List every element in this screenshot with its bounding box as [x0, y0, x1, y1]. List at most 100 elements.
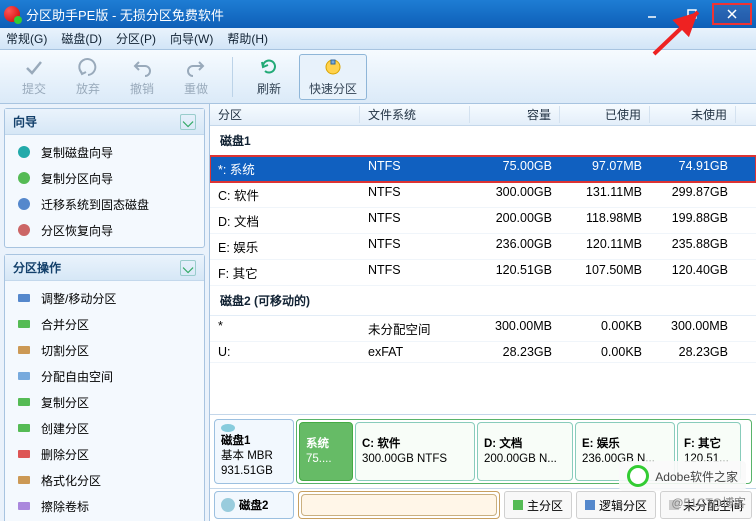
wizard-icon: [15, 195, 33, 213]
redo-button[interactable]: 重做: [172, 54, 220, 100]
undo-button[interactable]: 撤销: [118, 54, 166, 100]
sidebar-item[interactable]: 创建分区: [5, 415, 204, 441]
sidebar-item[interactable]: 迁移系统到固态磁盘: [5, 191, 204, 217]
sidebar-item[interactable]: 复制分区向导: [5, 165, 204, 191]
table-row[interactable]: U: exFAT 28.23GB 0.00KB 28.23GB: [210, 342, 756, 363]
quick-partition-icon: [322, 56, 344, 78]
sidebar: 向导 ⌵ 复制磁盘向导 复制分区向导 迁移系统到固态磁盘 分区恢复向导 分区操作…: [0, 104, 210, 521]
col-partition[interactable]: 分区: [210, 106, 360, 123]
main-area: 分区 文件系统 容量 已使用 未使用 磁盘1 *: 系统 NTFS 75.00G…: [210, 104, 756, 521]
menu-wizard[interactable]: 向导(W): [170, 30, 213, 47]
seg-c[interactable]: C: 软件300.00GB NTFS: [355, 422, 475, 481]
sidebar-item-label: 迁移系统到固态磁盘: [41, 196, 149, 213]
collapse-icon: ⌵: [180, 260, 196, 276]
col-fs[interactable]: 文件系统: [360, 106, 470, 123]
quick-partition-button[interactable]: 快速分区: [299, 54, 367, 100]
table-row[interactable]: C: 软件 NTFS 300.00GB 131.11MB 299.87GB: [210, 182, 756, 208]
discard-button[interactable]: 放弃: [64, 54, 112, 100]
legend-logical: 逻辑分区: [576, 491, 656, 519]
op-icon: [15, 367, 33, 385]
table-row[interactable]: *: 系统 NTFS 75.00GB 97.07MB 74.91GB: [210, 156, 756, 182]
sidebar-item[interactable]: 擦除卷标: [5, 493, 204, 519]
wizard-icon: [15, 143, 33, 161]
sidebar-item[interactable]: 分区恢复向导: [5, 217, 204, 243]
op-icon: [15, 393, 33, 411]
sidebar-item[interactable]: 切割分区: [5, 337, 204, 363]
sidebar-item-label: 擦除卷标: [41, 498, 89, 515]
wizard-icon: [15, 221, 33, 239]
discard-icon: [77, 56, 99, 78]
sidebar-item[interactable]: 删除分区: [5, 441, 204, 467]
disk1-info[interactable]: 磁盘1 基本 MBR 931.51GB: [214, 419, 294, 484]
op-icon: [15, 497, 33, 515]
op-icon: [15, 341, 33, 359]
watermark: Adobe软件之家: [619, 461, 746, 491]
col-free[interactable]: 未使用: [650, 106, 736, 123]
col-used[interactable]: 已使用: [560, 106, 650, 123]
op-icon: [15, 419, 33, 437]
watermark-sub: @51CTO博客: [671, 494, 746, 511]
seg-system[interactable]: 系统75....: [299, 422, 353, 481]
wizard-icon: [15, 169, 33, 187]
sidebar-item[interactable]: 分配自由空间: [5, 363, 204, 389]
sidebar-item[interactable]: 合并分区: [5, 311, 204, 337]
collapse-icon: ⌵: [180, 114, 196, 130]
menubar: 常规(G) 磁盘(D) 分区(P) 向导(W) 帮助(H): [0, 28, 756, 50]
sidebar-item-label: 复制分区向导: [41, 170, 113, 187]
table-row[interactable]: D: 文档 NTFS 200.00GB 118.98MB 199.88GB: [210, 208, 756, 234]
disk1-group[interactable]: 磁盘1: [210, 126, 756, 156]
ops-panel: 分区操作 ⌵ 调整/移动分区 合并分区 切割分区 分配自由空间 复制分区 创建分…: [4, 254, 205, 521]
sidebar-item[interactable]: 格式化分区: [5, 467, 204, 493]
app-icon: [4, 6, 20, 22]
sidebar-item-label: 调整/移动分区: [41, 290, 116, 307]
menu-partition[interactable]: 分区(P): [116, 30, 156, 47]
commit-button[interactable]: 提交: [10, 54, 58, 100]
disk2-group[interactable]: 磁盘2 (可移动的): [210, 286, 756, 316]
disk2-info[interactable]: 磁盘2: [214, 491, 294, 519]
wechat-icon: [627, 465, 649, 487]
toolbar: 提交 放弃 撤销 重做 刷新 快速分区: [0, 50, 756, 104]
op-icon: [15, 471, 33, 489]
check-icon: [23, 56, 45, 78]
disk-icon: [221, 424, 235, 432]
op-icon: [15, 445, 33, 463]
toolbar-separator: [232, 57, 233, 97]
col-capacity[interactable]: 容量: [470, 106, 560, 123]
table-row[interactable]: E: 娱乐 NTFS 236.00GB 120.11MB 235.88GB: [210, 234, 756, 260]
table-row[interactable]: * 未分配空间 300.00MB 0.00KB 300.00MB: [210, 316, 756, 342]
sidebar-item-label: 复制分区: [41, 394, 89, 411]
window-title: 分区助手PE版 - 无损分区免费软件: [26, 5, 632, 24]
table-row[interactable]: F: 其它 NTFS 120.51GB 107.50MB 120.40GB: [210, 260, 756, 286]
sidebar-item[interactable]: 调整/移动分区: [5, 285, 204, 311]
refresh-button[interactable]: 刷新: [245, 54, 293, 100]
maximize-button[interactable]: [672, 3, 712, 25]
menu-general[interactable]: 常规(G): [6, 30, 47, 47]
sidebar-item-label: 创建分区: [41, 420, 89, 437]
seg-unalloc[interactable]: [301, 494, 497, 516]
seg-d[interactable]: D: 文档200.00GB N...: [477, 422, 573, 481]
sidebar-item[interactable]: 复制分区: [5, 389, 204, 415]
ops-panel-header[interactable]: 分区操作 ⌵: [5, 255, 204, 281]
redo-icon: [185, 56, 207, 78]
list-header: 分区 文件系统 容量 已使用 未使用: [210, 104, 756, 126]
menu-disk[interactable]: 磁盘(D): [61, 30, 102, 47]
minimize-button[interactable]: [632, 3, 672, 25]
op-icon: [15, 315, 33, 333]
wizard-panel-header[interactable]: 向导 ⌵: [5, 109, 204, 135]
sidebar-item[interactable]: 复制磁盘向导: [5, 139, 204, 165]
menu-help[interactable]: 帮助(H): [227, 30, 268, 47]
sidebar-item-label: 复制磁盘向导: [41, 144, 113, 161]
wizard-panel: 向导 ⌵ 复制磁盘向导 复制分区向导 迁移系统到固态磁盘 分区恢复向导: [4, 108, 205, 248]
sidebar-item-label: 分配自由空间: [41, 368, 113, 385]
undo-icon: [131, 56, 153, 78]
sidebar-item-label: 合并分区: [41, 316, 89, 333]
close-button[interactable]: [712, 3, 752, 25]
disk-icon: [221, 498, 235, 512]
op-icon: [15, 289, 33, 307]
partition-list[interactable]: 磁盘1 *: 系统 NTFS 75.00GB 97.07MB 74.91GB C…: [210, 126, 756, 415]
sidebar-item-label: 删除分区: [41, 446, 89, 463]
refresh-icon: [258, 56, 280, 78]
sidebar-item-label: 格式化分区: [41, 472, 101, 489]
sidebar-item-label: 分区恢复向导: [41, 222, 113, 239]
legend-primary: 主分区: [504, 491, 572, 519]
